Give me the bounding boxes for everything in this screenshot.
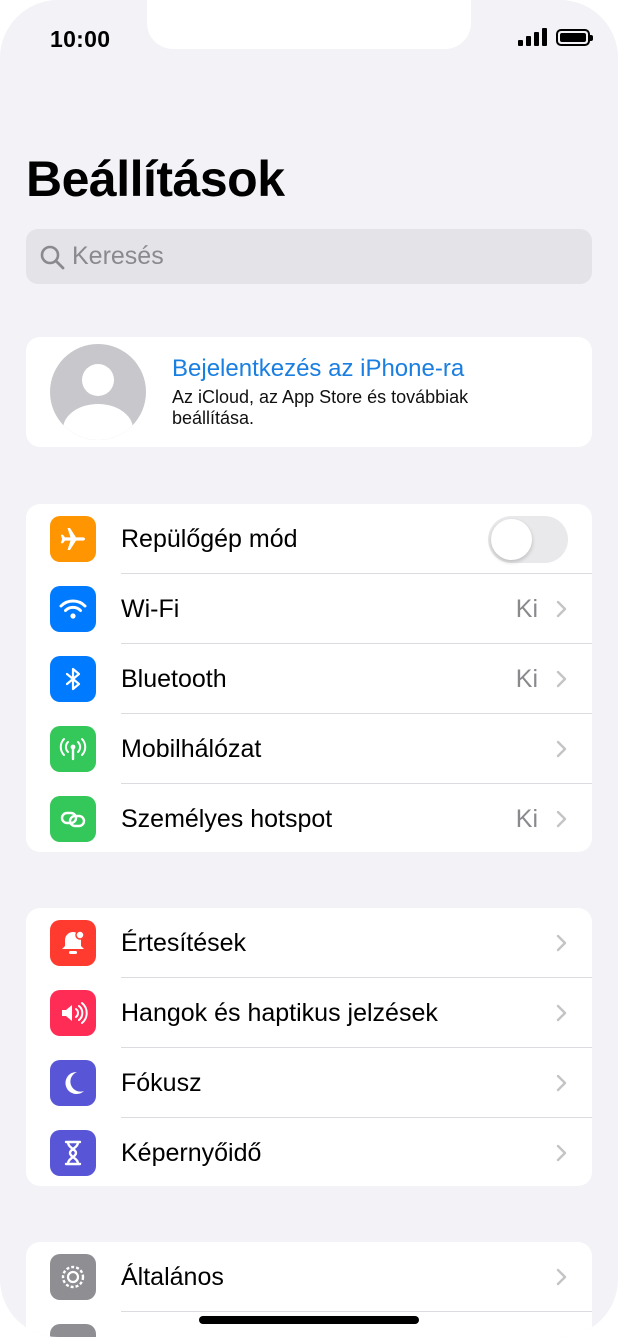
antenna-icon: [50, 726, 96, 772]
wifi-icon: [50, 586, 96, 632]
settings-row-notifications[interactable]: Értesítések: [26, 908, 592, 978]
row-label: Mobilhálózat: [121, 734, 262, 763]
home-indicator[interactable]: [199, 1316, 419, 1324]
speaker-icon: [50, 990, 96, 1036]
notch: [147, 0, 471, 49]
status-time: 10:00: [50, 26, 111, 52]
chevron-right-icon: [556, 1268, 567, 1286]
row-value: Ki: [515, 664, 538, 693]
search-input[interactable]: Keresés: [26, 229, 592, 284]
sign-in-card[interactable]: Bejelentkezés az iPhone-ra Az iCloud, az…: [26, 337, 592, 447]
settings-row-hotspot[interactable]: Személyes hotspot Ki: [26, 784, 592, 852]
settings-row-screen-time[interactable]: Képernyőidő: [26, 1118, 592, 1186]
settings-row-bluetooth[interactable]: Bluetooth Ki: [26, 644, 592, 714]
status-icons: [518, 28, 593, 46]
chevron-right-icon: [556, 600, 567, 618]
settings-row-airplane[interactable]: Repülőgép mód: [26, 504, 592, 574]
settings-row-cellular[interactable]: Mobilhálózat: [26, 714, 592, 784]
sign-in-subtitle: Az iCloud, az App Store és továbbiak beá…: [172, 387, 469, 428]
row-label: Személyes hotspot: [121, 804, 333, 833]
settings-row-general[interactable]: Általános: [26, 1242, 592, 1312]
row-label: Bluetooth: [121, 664, 227, 693]
chevron-right-icon: [556, 1004, 567, 1022]
chevron-right-icon: [556, 1074, 567, 1092]
link-icon: [50, 796, 96, 842]
settings-row-sounds[interactable]: Hangok és haptikus jelzések: [26, 978, 592, 1048]
row-label: Repülőgép mód: [121, 524, 298, 553]
avatar-icon: [50, 344, 146, 440]
battery-icon: [556, 28, 593, 46]
row-value: Ki: [515, 804, 538, 833]
row-label: Képernyőidő: [121, 1138, 262, 1167]
chevron-right-icon: [556, 1144, 567, 1162]
app-icon: [50, 1324, 96, 1337]
hourglass-icon: [50, 1130, 96, 1176]
page-title: Beállítások: [26, 151, 285, 207]
row-label: Értesítések: [121, 928, 247, 957]
chevron-right-icon: [556, 934, 567, 952]
row-label: Általános: [121, 1262, 224, 1291]
row-label: Fókusz: [121, 1068, 202, 1097]
search-placeholder: Keresés: [72, 242, 164, 270]
cellular-signal-icon: [518, 28, 547, 46]
phone-screen: 10:00 Beállítások Keresés Bejelentkezés …: [0, 0, 618, 1337]
bluetooth-icon: [50, 656, 96, 702]
chevron-right-icon: [556, 810, 567, 828]
moon-icon: [50, 1060, 96, 1106]
airplane-icon: [50, 516, 96, 562]
settings-row-focus[interactable]: Fókusz: [26, 1048, 592, 1118]
row-label: Wi-Fi: [121, 594, 180, 623]
connectivity-group: Repülőgép mód Wi-Fi Ki Bluetooth Ki Mobi…: [26, 504, 592, 852]
notifications-group: Értesítések Hangok és haptikus jelzések …: [26, 908, 592, 1186]
sign-in-title: Bejelentkezés az iPhone-ra: [172, 355, 465, 382]
row-label: Hangok és haptikus jelzések: [121, 998, 438, 1027]
bell-icon: [50, 920, 96, 966]
settings-row-wifi[interactable]: Wi-Fi Ki: [26, 574, 592, 644]
row-value: Ki: [515, 594, 538, 623]
airplane-toggle[interactable]: [488, 516, 568, 563]
chevron-right-icon: [556, 670, 567, 688]
chevron-right-icon: [556, 740, 567, 758]
gear-icon: [50, 1254, 96, 1300]
search-icon: [40, 245, 65, 269]
